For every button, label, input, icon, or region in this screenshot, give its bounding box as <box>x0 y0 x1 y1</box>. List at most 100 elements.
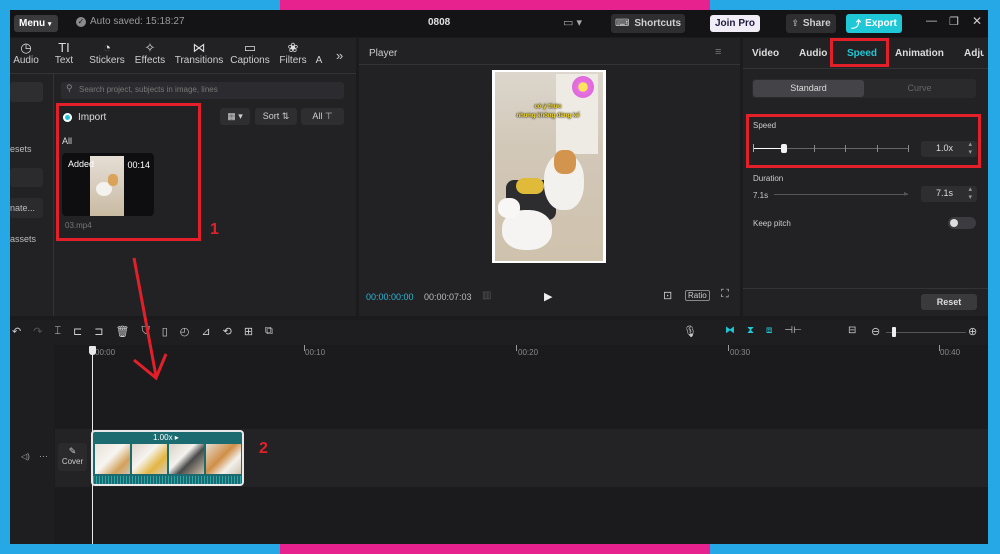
zoom-fit-icon[interactable]: ⊟ <box>848 325 856 336</box>
auto-snap-icon[interactable]: ⧗ <box>747 325 754 336</box>
zoom-in-icon[interactable]: ⊕ <box>968 325 977 338</box>
microphone-icon[interactable]: 🎙 <box>683 325 697 338</box>
annotation-arrow <box>132 257 168 381</box>
reverse-icon[interactable]: ◴ <box>180 325 190 338</box>
clip-waveform <box>93 476 242 484</box>
left-nav-divider <box>53 74 54 316</box>
keep-pitch-toggle[interactable] <box>948 217 976 229</box>
timeline-mode-icon[interactable]: ▥ <box>482 290 491 301</box>
sticker-logo <box>572 76 594 98</box>
duration-label: Duration <box>753 174 784 183</box>
split-right-icon[interactable]: ⊐ <box>94 325 103 338</box>
crop-icon[interactable]: ⊞ <box>244 325 253 338</box>
adjust-icon <box>312 40 326 55</box>
keep-pitch-label: Keep pitch <box>753 219 791 228</box>
share-button[interactable]: ⇪ Share <box>786 14 836 33</box>
rotate-icon[interactable]: ⟲ <box>223 325 232 338</box>
ratio-button[interactable]: Ratio <box>685 290 710 301</box>
track-more-icon[interactable]: ··· <box>39 451 48 461</box>
menu-button[interactable]: Menu ▾ <box>14 15 58 32</box>
duration-value-field[interactable]: 7.1s ▴ ▾ <box>921 186 977 202</box>
left-nav-item-animate[interactable]: nate... <box>10 198 43 218</box>
close-icon[interactable]: ✕ <box>972 14 982 28</box>
filters-icon: ❀ <box>287 40 299 55</box>
right-color-band <box>988 10 1000 544</box>
tab-adjust[interactable]: Adju <box>964 48 984 59</box>
preview-axis-icon[interactable]: ⊣⊢ <box>784 325 801 336</box>
view-mode-button[interactable]: ▦ ▾ <box>220 108 250 125</box>
split-icon[interactable]: ⌶ <box>54 325 61 338</box>
duration-arrow <box>774 194 908 195</box>
left-nav-item-assets[interactable]: assets <box>10 234 36 244</box>
linkage-icon[interactable]: ⧈ <box>766 325 772 336</box>
mirror-icon[interactable]: ⊿ <box>201 325 210 338</box>
left-nav-item-presets[interactable]: esets <box>10 144 32 154</box>
ruler-label-0: 00:00 <box>95 348 116 357</box>
main-track-magnet-icon[interactable]: ⧓ <box>725 325 735 336</box>
filter-icon: ⊤ <box>324 111 333 121</box>
search-icon: ⚲ <box>66 83 73 93</box>
tool-text[interactable]: TI Text <box>42 40 86 70</box>
left-nav-highlight[interactable] <box>10 82 43 102</box>
tab-animation[interactable]: Animation <box>895 48 944 59</box>
tool-adjust[interactable]: A <box>312 40 326 70</box>
timecode-current: 00:00:00:00 <box>366 292 414 302</box>
redo-icon[interactable]: ↷ <box>33 325 42 338</box>
playhead-handle[interactable] <box>89 346 96 355</box>
tool-filters[interactable]: ❀ Filters <box>274 40 312 70</box>
left-color-band <box>0 10 10 544</box>
mode-curve[interactable]: Curve <box>864 80 975 97</box>
filter-button[interactable]: All ⊤ <box>301 108 344 125</box>
annotation-label-1: 1 <box>210 221 219 238</box>
ruler-label-10: 00:10 <box>305 348 326 357</box>
tab-audio[interactable]: Audio <box>799 48 827 59</box>
export-icon: ⤴ <box>851 20 862 31</box>
duration-from: 7.1s <box>753 191 769 200</box>
edit-icon: ✎ <box>68 446 77 456</box>
left-nav-item-blank[interactable] <box>10 168 43 187</box>
tool-effects[interactable]: ✧ Effects <box>128 40 172 70</box>
fullscreen-icon[interactable]: ⛶ <box>721 288 729 301</box>
reset-button[interactable]: Reset <box>921 294 977 310</box>
timeline-options: ⧓ ⧗ ⧈ ⊣⊢ <box>725 325 802 336</box>
video-caption-line-1: có ý thức <box>534 104 562 110</box>
ruler-label-20: 00:20 <box>518 348 539 357</box>
track-header-column <box>10 345 54 544</box>
video-frame: có ý thức nhưng không đáng kể <box>492 70 606 263</box>
mode-standard[interactable]: Standard <box>753 80 864 97</box>
player-menu-icon[interactable]: ≡ <box>715 46 721 58</box>
playhead[interactable] <box>92 346 93 544</box>
tool-transitions[interactable]: ⋈ Transitions <box>172 40 226 70</box>
track-audio-icon[interactable]: ◁) <box>21 452 30 461</box>
maximize-icon[interactable]: ❐ <box>949 15 959 28</box>
split-left-icon[interactable]: ⊏ <box>73 325 82 338</box>
player-divider <box>359 64 740 65</box>
fit-view-icon[interactable]: ⊡ <box>663 289 672 302</box>
tool-stickers[interactable]: ◔ Stickers <box>86 40 128 70</box>
play-button[interactable]: ▶ <box>544 290 552 303</box>
cover-button[interactable]: ✎ Cover <box>58 443 87 471</box>
minimize-icon[interactable]: — <box>926 15 937 27</box>
sort-icon: ⇅ <box>281 111 290 121</box>
shortcuts-button[interactable]: ⌨ Shortcuts <box>611 14 685 33</box>
auto-reframe-icon[interactable]: ⧉ <box>265 325 273 338</box>
media-search-input[interactable]: Search project, subjects in image, lines <box>61 82 344 99</box>
tab-video[interactable]: Video <box>752 48 779 59</box>
timeline-ruler: 00:00 00:10 00:20 00:30 00:40 <box>55 345 988 359</box>
layout-icon[interactable]: ▭ ▾ <box>563 16 582 29</box>
stickers-icon: ◔ <box>103 40 111 55</box>
zoom-out-icon[interactable]: ⊖ <box>871 325 880 338</box>
sort-button[interactable]: Sort ⇅ <box>255 108 297 125</box>
toolbar-more-icon[interactable]: » <box>336 48 343 63</box>
tool-audio[interactable]: ◷ Audio <box>10 40 42 70</box>
tool-captions[interactable]: ▭ Captions <box>226 40 274 70</box>
timeline-clip[interactable]: 1.00x ▸ <box>91 430 244 486</box>
export-button[interactable]: ⤴ Export <box>846 14 902 33</box>
share-icon: ⇪ <box>791 18 799 28</box>
project-title: 0808 <box>428 17 451 28</box>
join-pro-button[interactable]: Join Pro <box>710 15 760 32</box>
undo-icon[interactable]: ↶ <box>12 325 21 338</box>
audio-icon: ◷ <box>20 40 32 55</box>
transitions-icon: ⋈ <box>192 40 206 55</box>
zoom-slider[interactable] <box>886 327 966 337</box>
